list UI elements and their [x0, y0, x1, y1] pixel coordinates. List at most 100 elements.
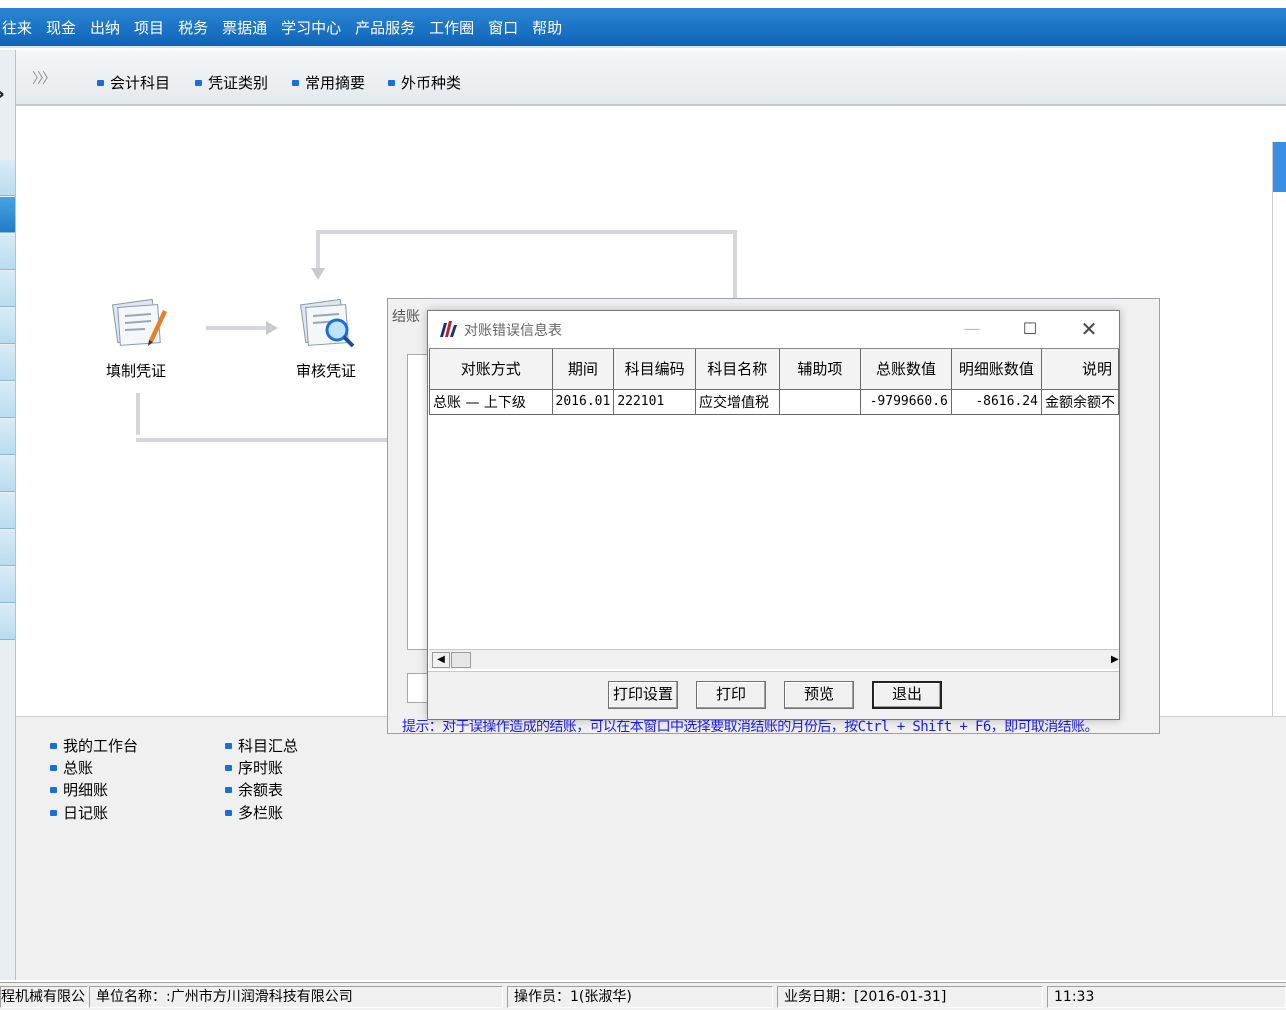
close-icon[interactable]: ✕ [1069, 317, 1109, 341]
bullet-icon [225, 809, 232, 816]
status-company-short: 程机械有限公 [0, 986, 88, 1008]
nav-tab-10[interactable] [0, 493, 15, 529]
flow-arrow-right-icon [266, 321, 278, 335]
quick-link-balance-sheet[interactable]: 余额表 [225, 779, 283, 800]
col-header-description[interactable]: 说明 [1040, 349, 1119, 390]
review-voucher-icon [299, 298, 355, 348]
nav-tab-5[interactable] [0, 308, 15, 344]
menu-item-shuiwu[interactable]: 税务 [178, 17, 208, 38]
review-voucher-label: 审核凭证 [295, 362, 356, 380]
table-row[interactable]: 总账 — 上下级 2016.01 222101 应交增值税 -9799660.6… [429, 388, 1119, 415]
menu-item-work-circle[interactable]: 工作圈 [429, 17, 474, 38]
status-business-date: 业务日期：[2016-01-31] [777, 986, 1043, 1008]
bullet-icon [388, 79, 395, 86]
menu-item-wanglai[interactable]: 往来 [2, 17, 32, 38]
toolbar-item-voucher-type[interactable]: 凭证类别 [195, 72, 268, 93]
app-logo-icon [440, 321, 457, 337]
menu-item-chuna[interactable]: 出纳 [90, 17, 120, 38]
nav-tab-4[interactable] [0, 271, 15, 307]
bullet-icon [292, 79, 299, 86]
preview-button[interactable]: 预览 [784, 681, 854, 709]
toolbar-item-accounts[interactable]: 会计科目 [97, 72, 170, 93]
flow-node-fill-voucher[interactable]: 填制凭证 [91, 296, 181, 381]
quick-link-chronological[interactable]: 序时账 [225, 757, 283, 778]
scroll-right-icon[interactable]: ▶ [1111, 652, 1119, 668]
toolbar-item-common-summary[interactable]: 常用摘要 [292, 72, 365, 93]
horizontal-scrollbar[interactable]: ◀ ▶ [429, 649, 1119, 669]
bullet-icon [50, 764, 57, 771]
cell-method[interactable]: 总账 — 上下级 [429, 388, 553, 415]
right-side-panel [1272, 142, 1286, 762]
nav-tab-13[interactable] [0, 604, 15, 640]
nav-tab-12[interactable] [0, 567, 15, 603]
cell-ledger-value[interactable]: -9799660.6 [860, 388, 952, 415]
col-header-auxiliary[interactable]: 辅助项 [778, 349, 862, 390]
bullet-icon [225, 764, 232, 771]
quick-link-general-ledger[interactable]: 总账 [50, 757, 93, 778]
left-nav-strip: › [0, 50, 16, 980]
cell-period[interactable]: 2016.01 [551, 388, 615, 415]
top-strip [0, 0, 1286, 8]
nav-tab-6[interactable] [0, 345, 15, 381]
nav-glyph: › [0, 82, 5, 107]
menu-item-piaojutong[interactable]: 票据通 [222, 17, 267, 38]
error-table: 对账方式 期间 科目编码 科目名称 辅助项 总账数值 明细账数值 说明 总账 —… [429, 348, 1119, 672]
right-panel-tab[interactable] [1273, 142, 1286, 192]
flow-node-review-voucher[interactable]: 审核凭证 [281, 296, 371, 381]
dialog-button-row: 打印设置 打印 预览 退出 [428, 671, 1119, 719]
quick-link-account-summary[interactable]: 科目汇总 [225, 735, 298, 756]
flow-connector [316, 230, 736, 234]
col-header-account-code[interactable]: 科目编码 [613, 349, 696, 390]
status-time: 11:33 [1047, 986, 1286, 1008]
minimize-icon[interactable]: — [952, 317, 992, 341]
col-header-period[interactable]: 期间 [551, 349, 615, 390]
nav-tab-8[interactable] [0, 419, 15, 455]
nav-tab-3[interactable] [0, 234, 15, 270]
cell-auxiliary[interactable] [778, 388, 862, 415]
flow-connector [136, 393, 140, 435]
quick-link-journal[interactable]: 日记账 [50, 802, 108, 823]
fill-voucher-icon [111, 298, 167, 346]
print-button[interactable]: 打印 [696, 681, 766, 709]
nav-tab-7[interactable] [0, 382, 15, 418]
expand-chevron-icon[interactable]: 〉〉〉 [32, 68, 56, 88]
flow-connector [733, 230, 737, 298]
maximize-icon[interactable]: ☐ [1010, 317, 1050, 341]
menu-item-xianjin[interactable]: 现金 [46, 17, 76, 38]
status-bar: 程机械有限公 单位名称：:广州市方川润滑科技有限公司 操作员：1(张淑华) 业务… [0, 982, 1286, 1010]
scroll-thumb[interactable] [451, 652, 471, 668]
print-setup-button[interactable]: 打印设置 [608, 681, 678, 709]
col-header-account-name[interactable]: 科目名称 [694, 349, 780, 390]
col-header-detail-value[interactable]: 明细账数值 [950, 349, 1042, 390]
bullet-icon [225, 742, 232, 749]
bullet-icon [97, 79, 104, 86]
col-header-method[interactable]: 对账方式 [429, 349, 553, 390]
exit-button[interactable]: 退出 [872, 681, 942, 709]
cell-description[interactable]: 金额余额不 [1040, 388, 1119, 415]
nav-tab-9[interactable] [0, 456, 15, 492]
scroll-left-icon[interactable]: ◀ [432, 652, 450, 668]
flow-connector [206, 326, 268, 330]
nav-tab-1[interactable] [0, 160, 15, 196]
menu-item-help[interactable]: 帮助 [532, 17, 562, 38]
quick-link-detail-ledger[interactable]: 明细账 [50, 779, 108, 800]
nav-tab-11[interactable] [0, 530, 15, 566]
dialog-titlebar[interactable]: 对账错误信息表 — ☐ ✕ [428, 311, 1119, 347]
toolbar-item-currency[interactable]: 外币种类 [388, 72, 461, 93]
closing-dialog-title: 结账 [392, 309, 420, 325]
menu-item-learning-center[interactable]: 学习中心 [281, 17, 341, 38]
flow-connector [136, 438, 388, 442]
bullet-icon [195, 79, 202, 86]
quick-link-my-workbench[interactable]: 我的工作台 [50, 735, 138, 756]
bullet-icon [50, 742, 57, 749]
cell-detail-value[interactable]: -8616.24 [950, 388, 1042, 415]
nav-tab-2[interactable] [0, 197, 15, 233]
cell-account-name[interactable]: 应交增值税 [694, 388, 780, 415]
col-header-ledger-value[interactable]: 总账数值 [860, 349, 952, 390]
quick-link-multi-column[interactable]: 多栏账 [225, 802, 283, 823]
menu-item-window[interactable]: 窗口 [488, 17, 518, 38]
cell-account-code[interactable]: 222101 [613, 388, 696, 415]
error-table-grid: 对账方式 期间 科目编码 科目名称 辅助项 总账数值 明细账数值 说明 总账 —… [429, 349, 1119, 415]
menu-item-product-service[interactable]: 产品服务 [355, 17, 415, 38]
menu-item-xiangmu[interactable]: 项目 [134, 17, 164, 38]
